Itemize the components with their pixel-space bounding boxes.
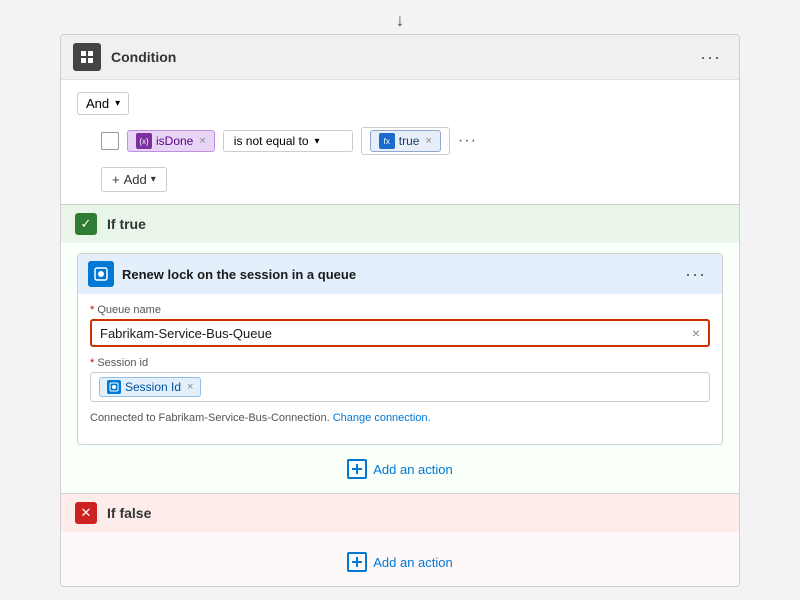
action-card-body: * Queue name Fabrikam-Service-Bus-Queue … <box>78 294 722 444</box>
add-action-button-false[interactable]: Add an action <box>337 548 463 576</box>
queue-name-value: Fabrikam-Service-Bus-Queue <box>100 326 692 341</box>
session-tag-icon <box>107 380 121 394</box>
isdone-tag-icon: {x} <box>136 133 152 149</box>
check-icon: ✓ <box>75 213 97 235</box>
condition-block: Condition ··· And ▾ {x} <box>61 35 739 205</box>
action-title: Renew lock on the session in a queue <box>122 267 356 282</box>
add-action-icon-true <box>347 459 367 479</box>
isdone-tag: {x} isDone × <box>127 130 215 152</box>
action-ellipsis-button[interactable]: ··· <box>679 262 712 287</box>
queue-name-label: * Queue name <box>90 304 710 316</box>
queue-name-field[interactable]: Fabrikam-Service-Bus-Queue × <box>90 319 710 347</box>
and-dropdown[interactable]: And ▾ <box>77 92 129 115</box>
condition-row: {x} isDone × is not equal to ▾ fx <box>101 127 723 155</box>
true-close-button[interactable]: × <box>425 135 431 147</box>
if-false-section: ✕ If false Add an action <box>61 494 739 586</box>
if-false-body: Add an action <box>61 532 739 586</box>
and-row: And ▾ <box>77 92 723 115</box>
session-id-tag: Session Id × <box>99 377 201 397</box>
add-action-icon-false <box>347 552 367 572</box>
canvas: ↓ Condition ··· <box>0 0 800 600</box>
action-card: Renew lock on the session in a queue ···… <box>77 253 723 445</box>
session-id-close-button[interactable]: × <box>187 381 193 393</box>
condition-title: Condition <box>111 49 176 65</box>
true-value-box: fx true × <box>361 127 450 155</box>
add-action-row-false: Add an action <box>77 548 723 576</box>
if-true-body: Renew lock on the session in a queue ···… <box>61 243 739 493</box>
add-row: + Add ▾ <box>101 167 723 192</box>
condition-checkbox[interactable] <box>101 132 119 150</box>
true-tag-icon: fx <box>379 133 395 149</box>
plus-icon: + <box>112 172 120 187</box>
if-true-section: ✓ If true Renew lock on the s <box>61 205 739 494</box>
if-false-title: If false <box>107 505 151 521</box>
if-false-header: ✕ If false <box>61 494 739 532</box>
if-true-header: ✓ If true <box>61 205 739 243</box>
if-true-title: If true <box>107 216 146 232</box>
condition-ellipsis-button[interactable]: ··· <box>694 45 727 70</box>
true-tag: fx true × <box>370 130 441 152</box>
connection-info: Connected to Fabrikam-Service-Bus-Connec… <box>90 412 710 424</box>
add-action-row-true: Add an action <box>77 455 723 483</box>
and-chevron-icon: ▾ <box>115 98 120 109</box>
condition-body: And ▾ {x} isDone × is not equal to <box>61 80 739 204</box>
condition-row-ellipsis[interactable]: ··· <box>458 132 477 150</box>
change-connection-link[interactable]: Change connection. <box>333 412 431 424</box>
main-container: Condition ··· And ▾ {x} <box>60 34 740 587</box>
operator-dropdown[interactable]: is not equal to ▾ <box>223 130 353 152</box>
isdone-close-button[interactable]: × <box>199 135 205 147</box>
action-card-header: Renew lock on the session in a queue ··· <box>78 254 722 294</box>
condition-header: Condition ··· <box>61 35 739 80</box>
x-icon: ✕ <box>75 502 97 524</box>
add-button[interactable]: + Add ▾ <box>101 167 167 192</box>
add-chevron-icon: ▾ <box>151 174 156 185</box>
action-card-header-left: Renew lock on the session in a queue <box>88 261 356 287</box>
condition-header-left: Condition <box>73 43 176 71</box>
action-service-bus-icon <box>88 261 114 287</box>
add-action-button-true[interactable]: Add an action <box>337 455 463 483</box>
condition-icon <box>73 43 101 71</box>
session-id-field[interactable]: Session Id × <box>90 372 710 402</box>
flow-arrow: ↓ <box>390 10 410 30</box>
session-id-label: * Session id <box>90 357 710 369</box>
operator-chevron-icon: ▾ <box>315 136 320 147</box>
queue-name-clear-button[interactable]: × <box>692 325 700 341</box>
